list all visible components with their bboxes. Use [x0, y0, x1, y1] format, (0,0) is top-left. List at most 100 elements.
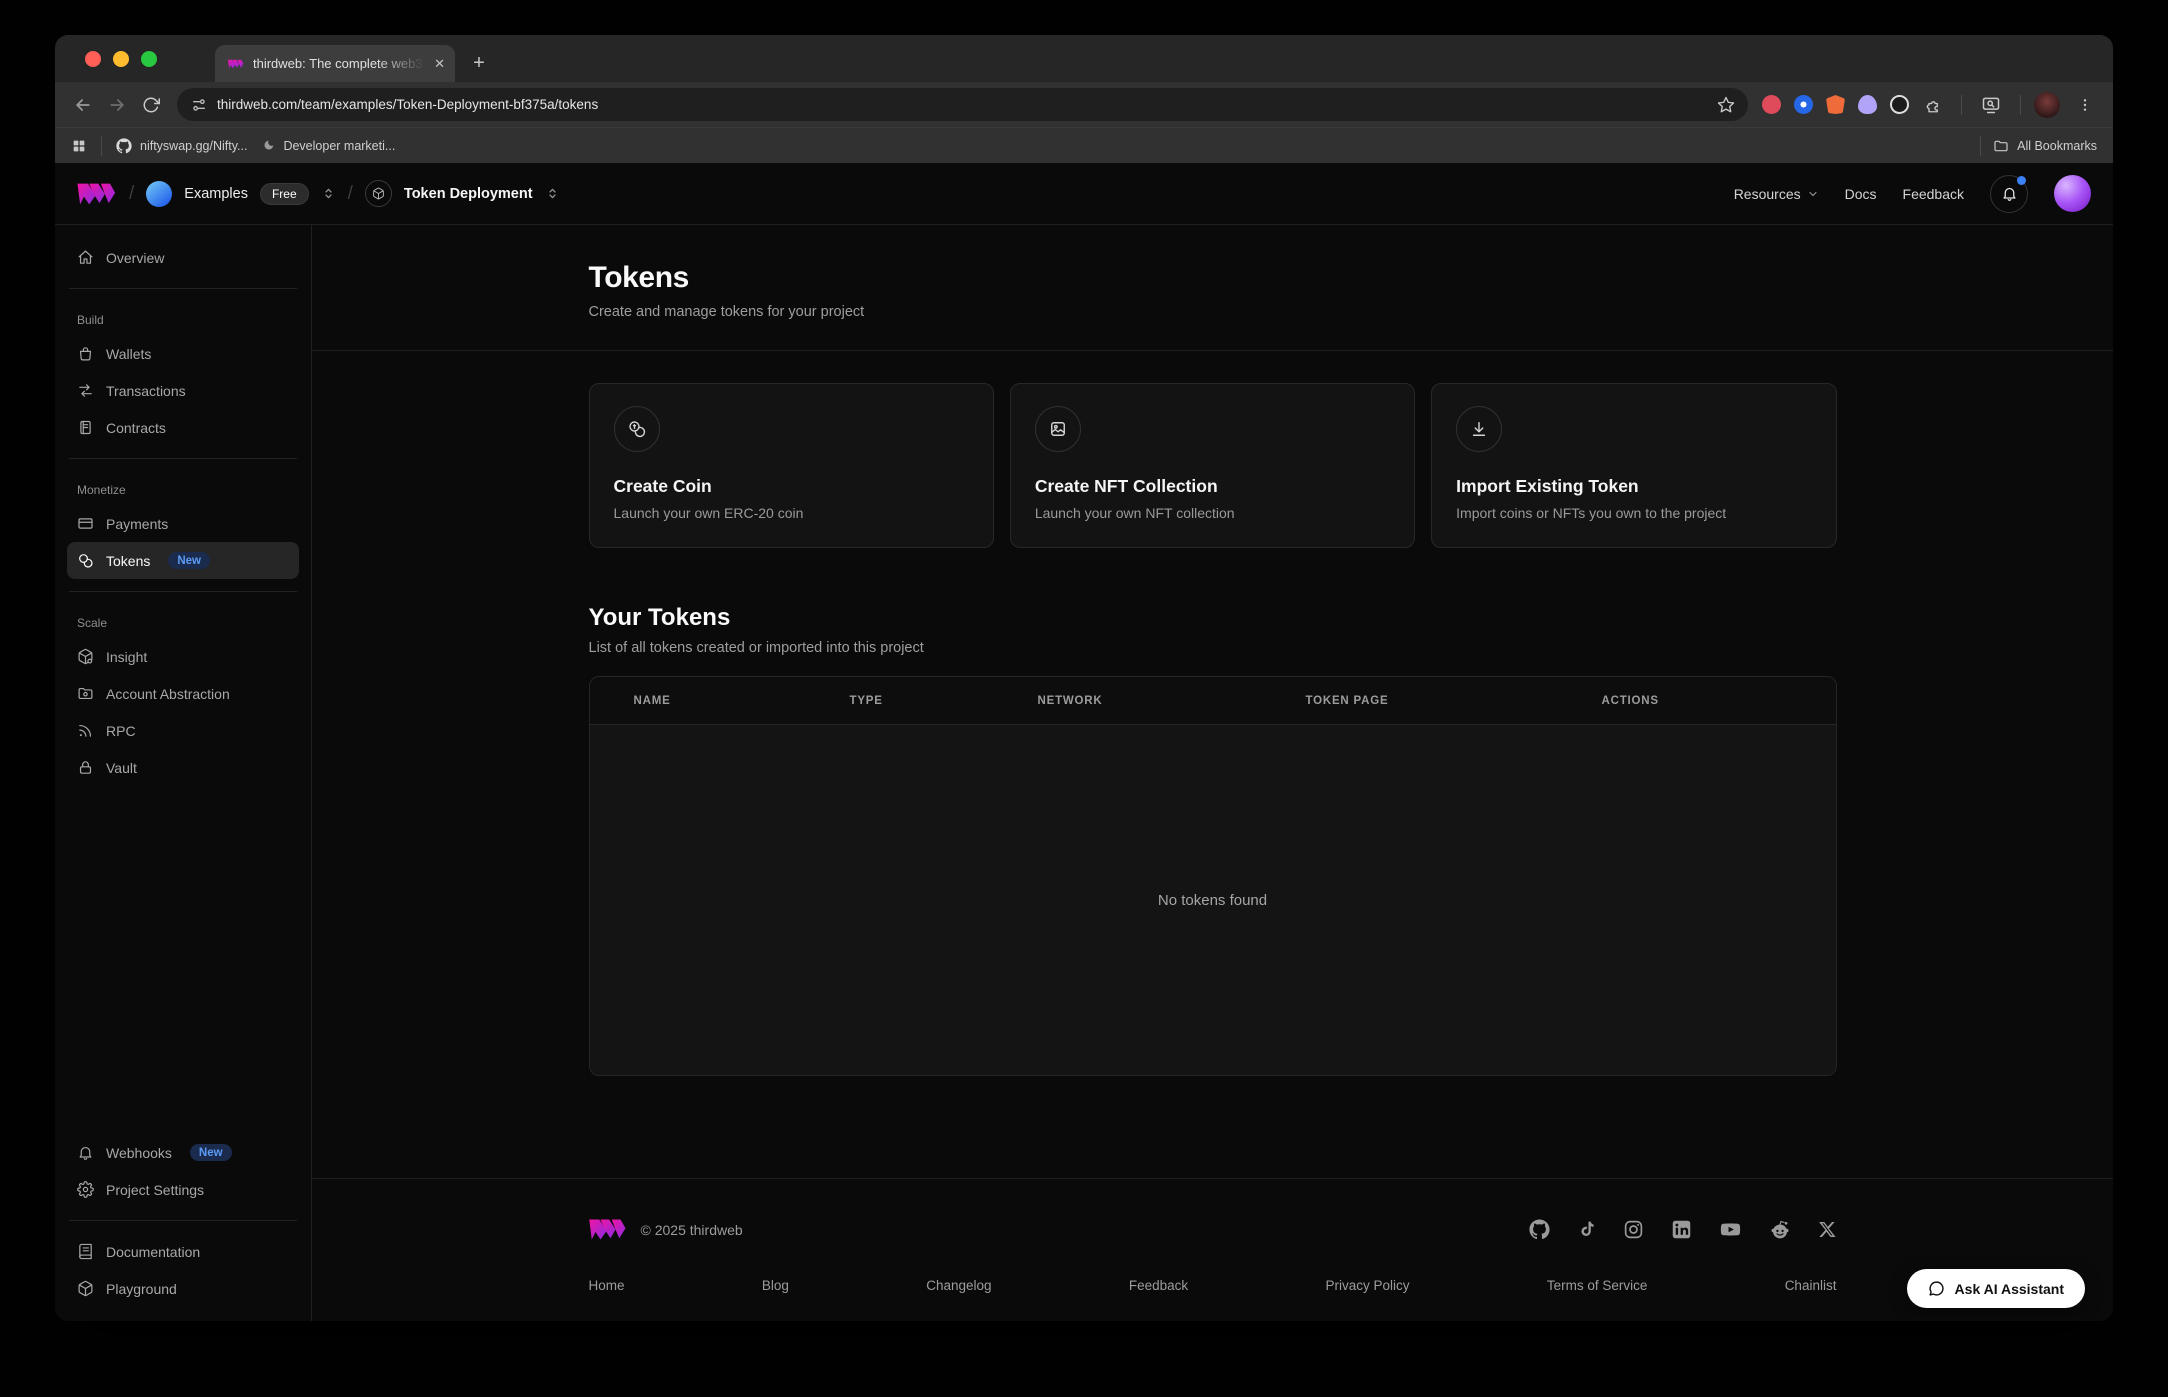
bell-icon [2001, 185, 2018, 202]
extension-icon-blue[interactable] [1794, 95, 1813, 114]
kebab-menu-icon [2077, 97, 2093, 113]
footer-link-privacy-policy[interactable]: Privacy Policy [1325, 1278, 1409, 1293]
sidebar-item-label: Contracts [106, 420, 166, 436]
back-icon [73, 95, 93, 115]
column-header-network: NETWORK [1038, 695, 1306, 707]
github-icon[interactable] [1529, 1219, 1550, 1240]
youtube-icon[interactable] [1719, 1219, 1742, 1240]
user-avatar[interactable] [2054, 175, 2091, 212]
footer-link-feedback[interactable]: Feedback [1129, 1278, 1188, 1293]
instagram-icon[interactable] [1623, 1219, 1644, 1240]
thirdweb-logo [589, 1217, 627, 1242]
bookmark-item[interactable]: Developer marketi... [261, 139, 395, 153]
team-name[interactable]: Examples [184, 186, 248, 202]
sidebar-item-webhooks[interactable]: Webhooks New [67, 1134, 299, 1171]
new-badge: New [168, 552, 210, 569]
sidebar-divider [69, 591, 297, 592]
resources-label: Resources [1734, 186, 1801, 202]
sidebar-item-label: Vault [106, 760, 137, 776]
chevron-down-icon [1807, 188, 1819, 200]
all-bookmarks-label: All Bookmarks [2017, 139, 2097, 153]
page-footer: © 2025 thirdweb Home [312, 1178, 2113, 1321]
sidebar-item-contracts[interactable]: Contracts [67, 409, 299, 446]
bookmark-item[interactable]: niftyswap.gg/Nifty... [116, 138, 247, 154]
url-bar[interactable]: thirdweb.com/team/examples/Token-Deploym… [177, 88, 1748, 121]
footer-link-changelog[interactable]: Changelog [926, 1278, 991, 1293]
sidebar-item-vault[interactable]: Vault [67, 749, 299, 786]
thirdweb-logo[interactable] [77, 181, 117, 207]
download-icon [1456, 406, 1502, 452]
app-header-right: Resources Docs Feedback [1734, 175, 2091, 213]
sidebar-item-transactions[interactable]: Transactions [67, 372, 299, 409]
resources-menu[interactable]: Resources [1734, 186, 1819, 202]
table-empty-state: No tokens found [590, 725, 1836, 1075]
sidebar-item-label: Account Abstraction [106, 686, 230, 702]
all-bookmarks-button[interactable]: All Bookmarks [1993, 138, 2097, 154]
ask-ai-assistant-button[interactable]: Ask AI Assistant [1907, 1269, 2085, 1308]
feedback-label: Feedback [1903, 186, 1964, 202]
team-switcher-icon[interactable] [321, 186, 336, 201]
column-header-type: TYPE [850, 695, 1038, 707]
reload-button[interactable] [135, 89, 167, 121]
sidebar-item-overview[interactable]: Overview [67, 239, 299, 276]
back-button[interactable] [67, 89, 99, 121]
sidebar-item-rpc[interactable]: RPC [67, 712, 299, 749]
extension-icon-ghost[interactable] [1858, 95, 1877, 114]
extensions-puzzle-button[interactable] [1922, 89, 1948, 121]
new-tab-button[interactable]: + [465, 49, 493, 77]
sidebar-item-documentation[interactable]: Documentation [67, 1233, 299, 1270]
sidebar-divider [69, 458, 297, 459]
browser-menu-button[interactable] [2073, 89, 2097, 121]
tab-close-icon[interactable]: ✕ [434, 57, 445, 70]
main-area: Tokens Create and manage tokens for your… [312, 225, 2113, 1321]
x-icon[interactable] [1818, 1220, 1837, 1239]
extension-icon-fox[interactable] [1826, 95, 1845, 114]
tab-search-button[interactable] [1975, 89, 2007, 121]
create-nft-collection-card[interactable]: Create NFT Collection Launch your own NF… [1010, 383, 1415, 548]
reddit-icon[interactable] [1769, 1219, 1791, 1241]
sidebar-item-insight[interactable]: Insight [67, 638, 299, 675]
browser-tab[interactable]: thirdweb: The complete web3 ✕ [215, 45, 455, 82]
import-existing-token-card[interactable]: Import Existing Token Import coins or NF… [1431, 383, 1836, 548]
minimize-window-button[interactable] [113, 51, 129, 67]
feedback-link[interactable]: Feedback [1903, 186, 1964, 202]
project-name[interactable]: Token Deployment [404, 186, 533, 202]
create-coin-card[interactable]: Create Coin Launch your own ERC-20 coin [589, 383, 994, 548]
cube-search-icon [77, 648, 94, 665]
bookmark-label: Developer marketi... [283, 139, 395, 153]
sidebar-item-playground[interactable]: Playground [67, 1270, 299, 1307]
sidebar-item-account-abstraction[interactable]: Account Abstraction [67, 675, 299, 712]
docs-link[interactable]: Docs [1845, 186, 1877, 202]
tiktok-icon[interactable] [1577, 1219, 1596, 1240]
browser-profile-avatar[interactable] [2034, 92, 2060, 118]
sidebar-item-tokens[interactable]: Tokens New [67, 542, 299, 579]
sidebar-section-build: Build [77, 313, 289, 327]
home-icon [77, 249, 94, 266]
sidebar-item-payments[interactable]: Payments [67, 505, 299, 542]
wallet-icon [77, 345, 94, 362]
notifications-button[interactable] [1990, 175, 2028, 213]
extension-icon-clock[interactable] [1890, 95, 1909, 114]
reload-icon [142, 96, 160, 114]
sidebar-item-wallets[interactable]: Wallets [67, 335, 299, 372]
linkedin-icon[interactable] [1671, 1219, 1692, 1240]
bookmarks-right: All Bookmarks [1980, 136, 2097, 156]
sidebar: Overview Build Wallets Transactions Cont… [55, 225, 312, 1321]
project-switcher-icon[interactable] [545, 186, 560, 201]
extension-icon-red[interactable] [1762, 95, 1781, 114]
footer-link-home[interactable]: Home [589, 1278, 625, 1293]
chat-bubble-icon [1928, 1280, 1945, 1297]
footer-link-chainlist[interactable]: Chainlist [1785, 1278, 1837, 1293]
url-text: thirdweb.com/team/examples/Token-Deploym… [217, 97, 1700, 112]
sidebar-item-label: Insight [106, 649, 147, 665]
folder-circle-icon [77, 685, 94, 702]
footer-link-terms-of-service[interactable]: Terms of Service [1547, 1278, 1648, 1293]
maximize-window-button[interactable] [141, 51, 157, 67]
sidebar-item-project-settings[interactable]: Project Settings [67, 1171, 299, 1208]
forward-button[interactable] [101, 89, 133, 121]
breadcrumb-separator: / [348, 183, 353, 205]
bookmark-star-button[interactable] [1710, 89, 1742, 121]
footer-link-blog[interactable]: Blog [762, 1278, 789, 1293]
close-window-button[interactable] [85, 51, 101, 67]
apps-grid-icon[interactable] [71, 138, 87, 154]
